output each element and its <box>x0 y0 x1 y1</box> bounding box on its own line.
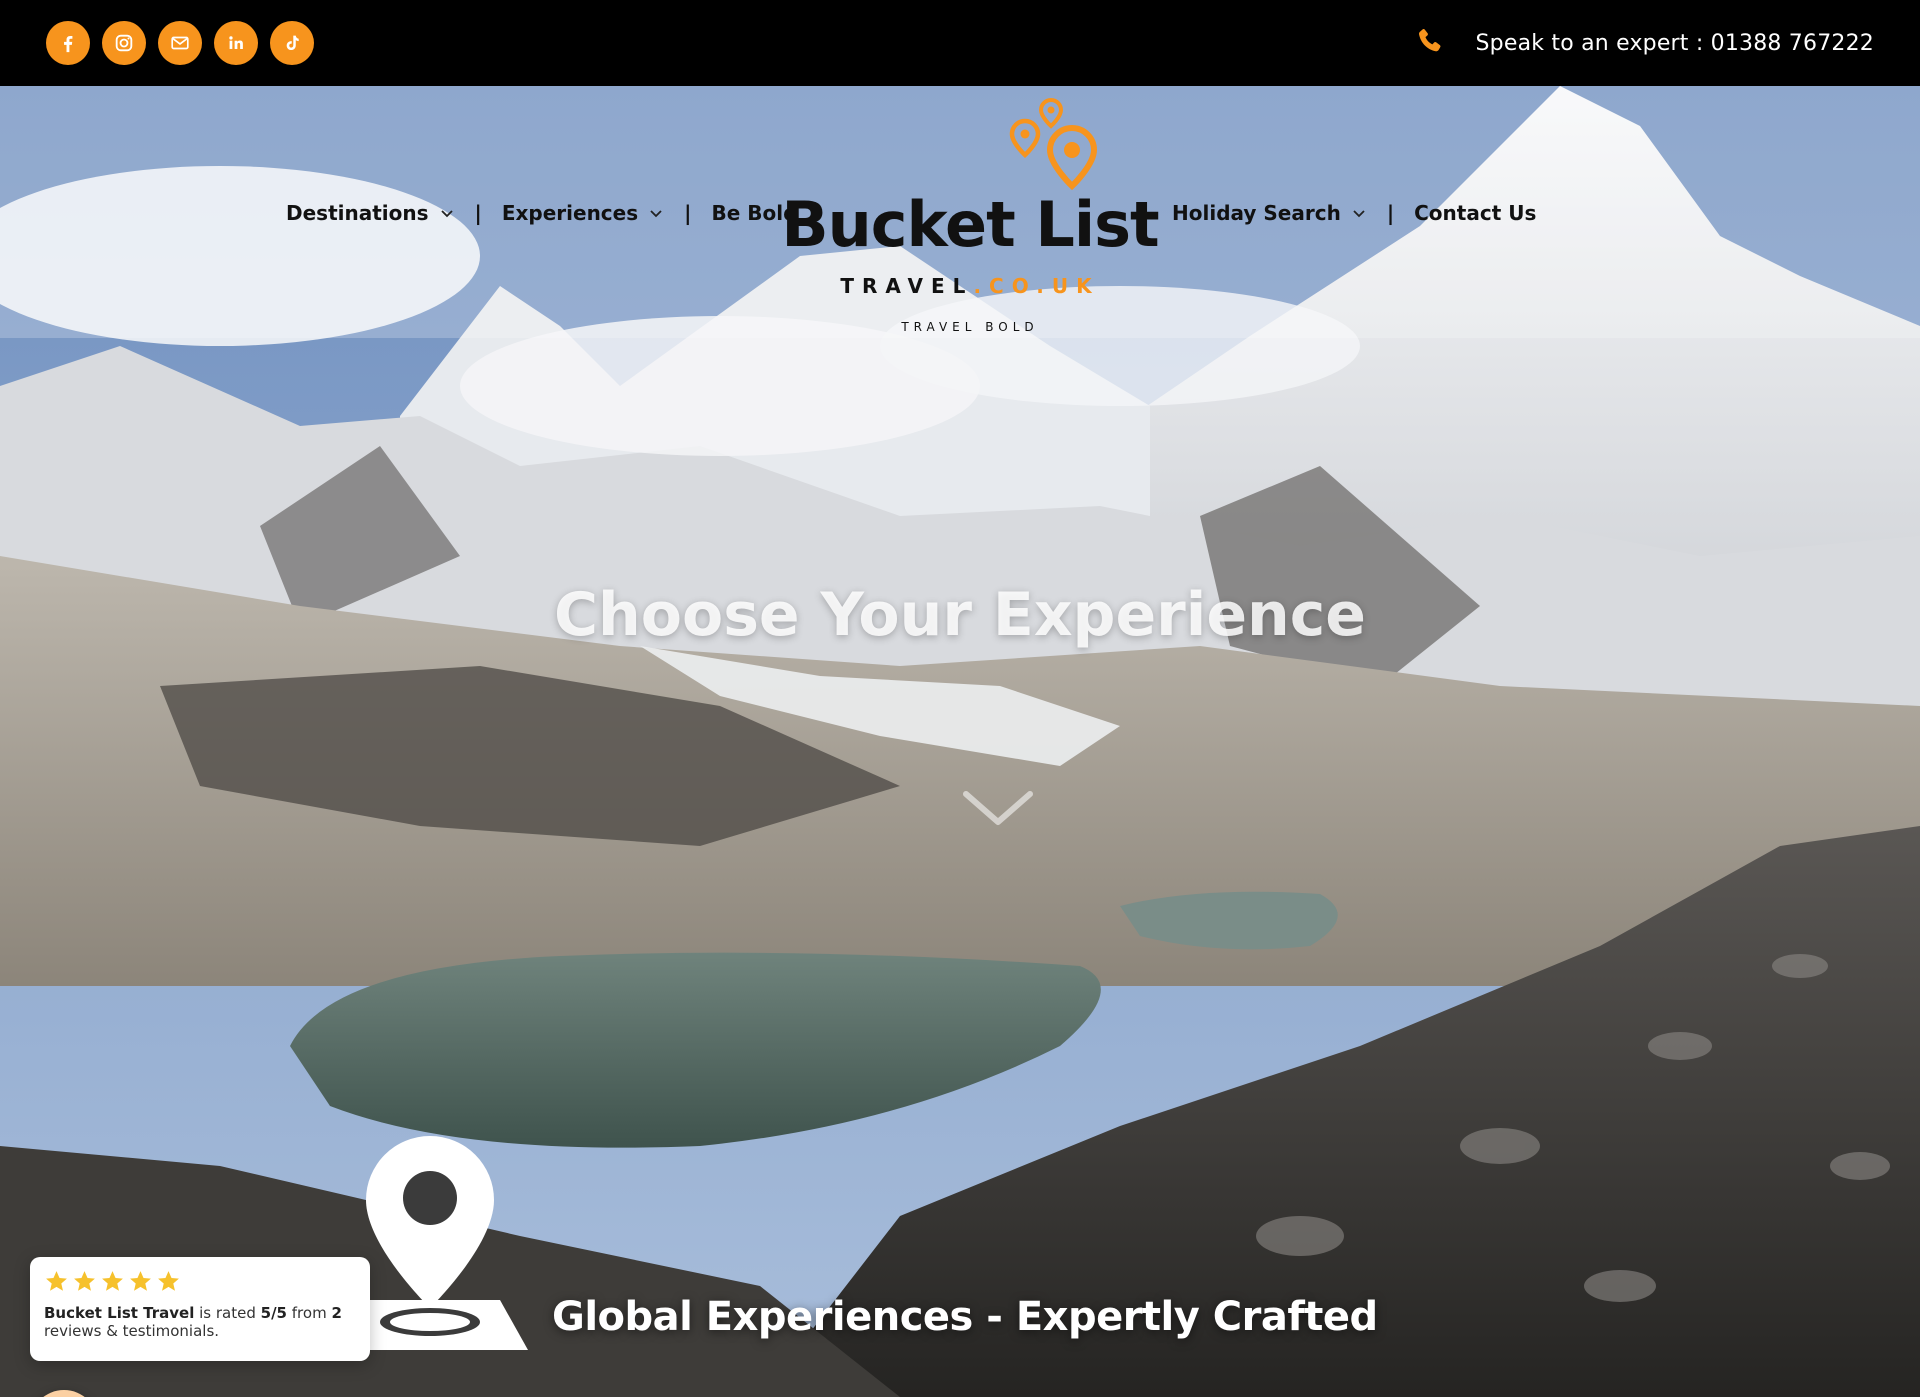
nav-item-holiday-search[interactable]: Holiday Search <box>1172 201 1367 225</box>
social-links <box>46 21 314 65</box>
contact-bar: Speak to an expert : 01388 767222 <box>1414 25 1874 61</box>
review-brand: Bucket List Travel <box>44 1304 195 1322</box>
top-bar: Speak to an expert : 01388 767222 <box>0 0 1920 86</box>
chevron-down-icon <box>440 210 453 218</box>
main-nav-right: Holiday Search | Contact Us <box>1172 198 1536 228</box>
hero-section: Destinations | Experiences | Be Bold Buc… <box>0 86 1920 1397</box>
instagram-icon <box>115 34 133 52</box>
nav-item-contact-us[interactable]: Contact Us <box>1414 201 1536 225</box>
logo-tagline: TRAVEL BOLD <box>901 320 1039 334</box>
global-experiences-banner: Global Experiences - Expertly Crafted <box>330 1130 1378 1397</box>
star-icon <box>130 1271 151 1291</box>
logo-sub-accent: .CO.UK <box>973 274 1100 298</box>
review-tail-text: reviews & testimonials. <box>44 1322 220 1340</box>
logo-subtitle: TRAVEL.CO.UK <box>760 274 1180 298</box>
nav-item-destinations[interactable]: Destinations <box>286 201 455 225</box>
email-link[interactable] <box>158 21 202 65</box>
linkedin-link[interactable] <box>214 21 258 65</box>
review-count: 2 <box>331 1304 342 1322</box>
nav-separator: | <box>684 201 692 225</box>
site-logo[interactable]: Bucket List TRAVEL.CO.UK TRAVEL BOLD <box>760 96 1180 334</box>
hero-title: Choose Your Experience <box>554 580 1366 650</box>
star-icon <box>102 1271 123 1291</box>
review-widget-card[interactable]: Bucket List Travel is rated 5/5 from 2 r… <box>30 1257 370 1361</box>
nav-item-experiences[interactable]: Experiences <box>502 201 664 225</box>
star-icon <box>46 1271 67 1291</box>
star-icon <box>74 1271 95 1291</box>
hero-subtitle: Global Experiences - Expertly Crafted <box>552 1294 1378 1340</box>
nav-label-experiences: Experiences <box>501 201 639 225</box>
chevron-down-icon <box>650 210 662 218</box>
logo-title: Bucket List <box>781 188 1159 261</box>
review-rating: 5/5 <box>260 1304 287 1322</box>
phone-icon <box>1418 29 1441 52</box>
tiktok-icon <box>286 35 299 51</box>
review-from-text: from <box>287 1304 332 1322</box>
main-nav-left: Destinations | Experiences | Be Bold <box>286 198 797 228</box>
linkedin-icon <box>229 36 243 49</box>
tiktok-link[interactable] <box>270 21 314 65</box>
facebook-link[interactable] <box>46 21 90 65</box>
phone-link[interactable] <box>1414 25 1446 61</box>
review-summary-text: Bucket List Travel is rated 5/5 from 2 r… <box>44 1304 356 1340</box>
nav-separator: | <box>1386 201 1395 225</box>
email-icon <box>171 36 189 50</box>
star-icon <box>158 1271 179 1291</box>
nav-label-destinations: Destinations <box>286 201 429 225</box>
nav-label-contact-us: Contact Us <box>1414 201 1537 225</box>
rating-stars <box>44 1269 356 1294</box>
logo-sub-main: TRAVEL <box>840 274 974 298</box>
scroll-down-chevron-icon[interactable] <box>962 788 1034 828</box>
nav-label-holiday-search: Holiday Search <box>1172 201 1341 225</box>
contact-phone-text[interactable]: Speak to an expert : 01388 767222 <box>1476 31 1874 56</box>
chevron-down-icon <box>1353 210 1365 218</box>
facebook-icon <box>64 35 73 53</box>
instagram-link[interactable] <box>102 21 146 65</box>
review-rated-text: is rated <box>194 1304 261 1322</box>
nav-separator: | <box>474 201 482 225</box>
